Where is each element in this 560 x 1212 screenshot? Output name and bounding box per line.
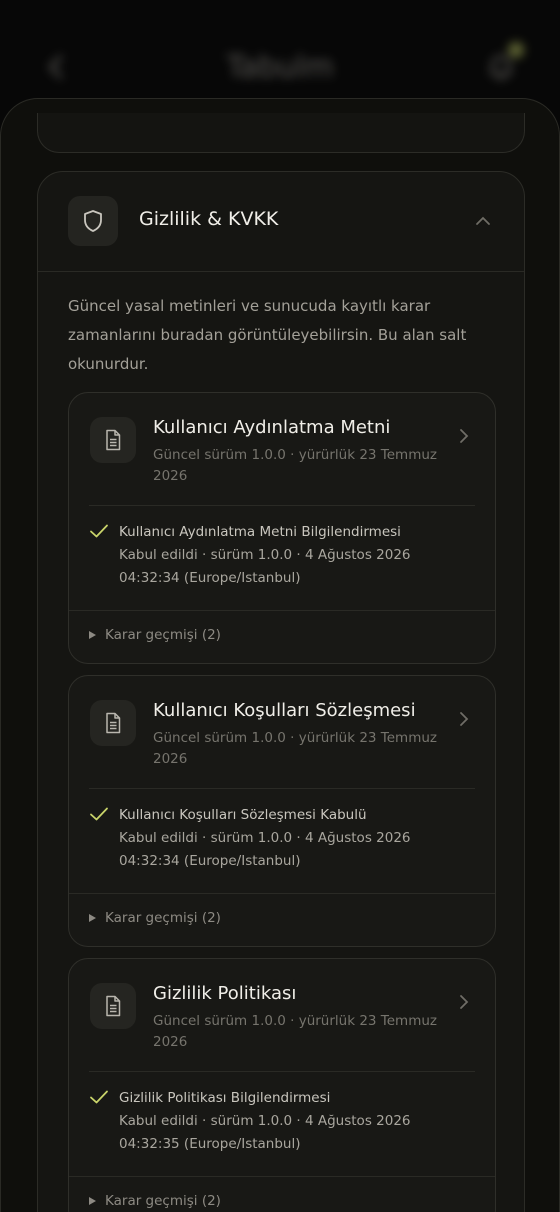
document-card[interactable]: Gizlilik Politikası Güncel sürüm 1.0.0 ·… (68, 958, 496, 1212)
check-icon (90, 1090, 108, 1104)
chevron-up-icon[interactable] (468, 208, 498, 234)
shield-icon (68, 196, 118, 246)
consent-record: Gizlilik Politikası Bilgilendirmesi Kabu… (119, 1087, 469, 1156)
document-card[interactable]: Kullanıcı Aydınlatma Metni Güncel sürüm … (68, 392, 496, 664)
triangle-right-icon (89, 1197, 96, 1205)
decision-history-toggle[interactable]: Karar geçmişi (2) (89, 627, 221, 643)
document-title: Kullanıcı Aydınlatma Metni (153, 417, 391, 438)
notification-badge (508, 42, 524, 58)
chevron-right-icon[interactable] (453, 425, 475, 447)
document-icon (90, 417, 136, 463)
triangle-right-icon (89, 914, 96, 922)
privacy-section-card: Gizlilik & KVKK Güncel yasal metinleri v… (37, 171, 525, 1212)
divider (69, 1176, 495, 1177)
section-description: Güncel yasal metinleri ve sunucuda kayıt… (68, 297, 467, 373)
divider (89, 505, 475, 506)
document-icon (90, 700, 136, 746)
consent-title: Gizlilik Politikası Bilgilendirmesi (119, 1090, 331, 1106)
consent-record: Kullanıcı Aydınlatma Metni Bilgilendirme… (119, 521, 469, 590)
page-title: Tabulm (226, 50, 334, 85)
triangle-right-icon (89, 631, 96, 639)
divider (69, 893, 495, 894)
decision-history-label: Karar geçmişi (2) (105, 1193, 221, 1209)
consent-title: Kullanıcı Aydınlatma Metni Bilgilendirme… (119, 524, 401, 540)
consent-detail: Kabul edildi · sürüm 1.0.0 · 4 Ağustos 2… (119, 1113, 411, 1152)
decision-history-label: Karar geçmişi (2) (105, 627, 221, 643)
document-version-meta: Güncel sürüm 1.0.0 · yürürlük 23 Temmuz … (153, 730, 437, 767)
divider (89, 1071, 475, 1072)
document-card[interactable]: Kullanıcı Koşulları Sözleşmesi Güncel sü… (68, 675, 496, 947)
consent-detail: Kabul edildi · sürüm 1.0.0 · 4 Ağustos 2… (119, 547, 411, 586)
decision-history-label: Karar geçmişi (2) (105, 910, 221, 926)
document-title: Kullanıcı Koşulları Sözleşmesi (153, 700, 416, 721)
decision-history-toggle[interactable]: Karar geçmişi (2) (89, 910, 221, 926)
decision-history-toggle[interactable]: Karar geçmişi (2) (89, 1193, 221, 1209)
divider (89, 788, 475, 789)
consent-record: Kullanıcı Koşulları Sözleşmesi Kabulü Ka… (119, 804, 469, 873)
section-header[interactable]: Gizlilik & KVKK (38, 172, 524, 272)
consent-title: Kullanıcı Koşulları Sözleşmesi Kabulü (119, 807, 367, 823)
check-icon (90, 807, 108, 821)
consent-detail: Kabul edildi · sürüm 1.0.0 · 4 Ağustos 2… (119, 830, 411, 869)
document-version-meta: Güncel sürüm 1.0.0 · yürürlük 23 Temmuz … (153, 447, 437, 484)
document-version-meta: Güncel sürüm 1.0.0 · yürürlük 23 Temmuz … (153, 1013, 437, 1050)
document-title: Gizlilik Politikası (153, 983, 297, 1004)
divider (69, 610, 495, 611)
bottom-sheet: Gizlilik & KVKK Güncel yasal metinleri v… (0, 98, 560, 1212)
chevron-right-icon[interactable] (453, 991, 475, 1013)
document-icon (90, 983, 136, 1029)
section-title: Gizlilik & KVKK (139, 208, 279, 230)
check-icon (90, 524, 108, 538)
chevron-right-icon[interactable] (453, 708, 475, 730)
previous-card (37, 113, 525, 153)
